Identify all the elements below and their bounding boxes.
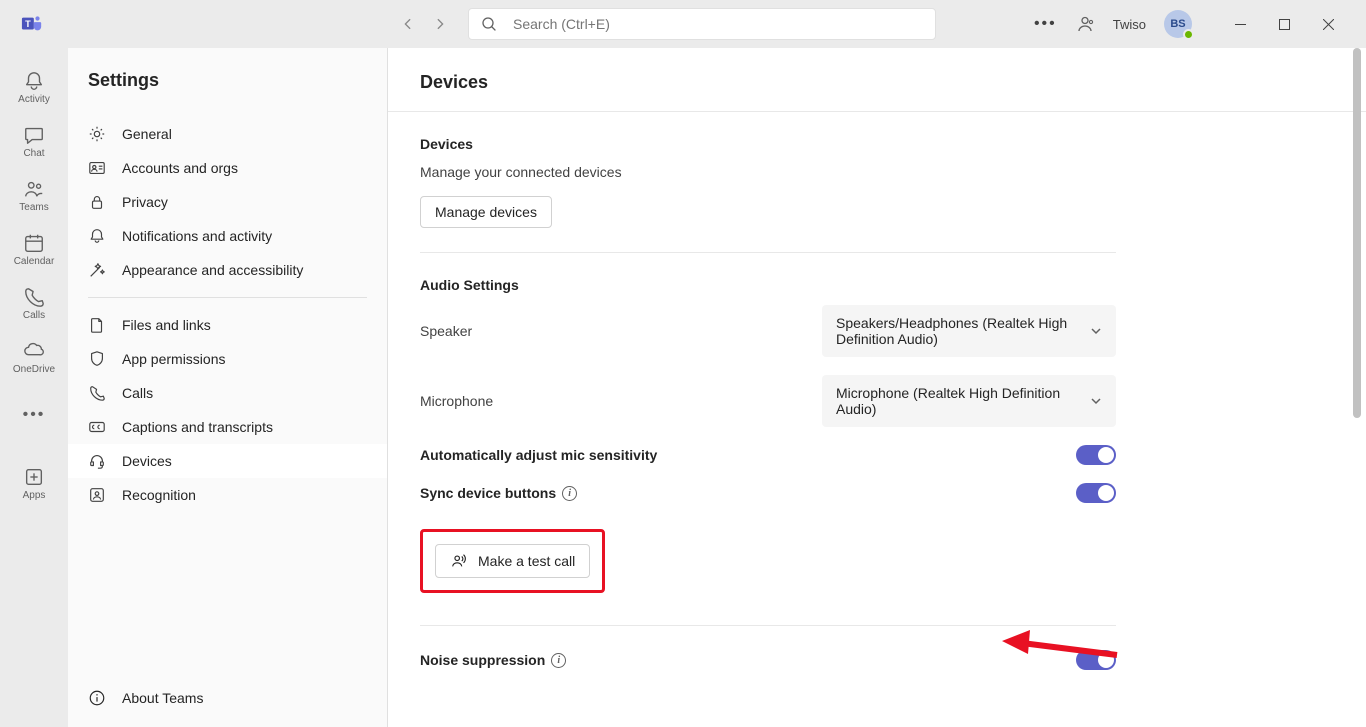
rail-chat[interactable]: Chat <box>0 114 68 168</box>
titlebar: T ••• Twiso BS <box>0 0 1366 48</box>
search-bar[interactable] <box>468 8 936 40</box>
people-icon[interactable] <box>1075 14 1095 34</box>
rail-onedrive[interactable]: OneDrive <box>0 330 68 384</box>
info-icon <box>88 689 106 707</box>
rail-more[interactable]: ••• <box>0 388 68 442</box>
page-title: Devices <box>420 72 1334 93</box>
content-area: Devices Devices Manage your connected de… <box>388 48 1366 727</box>
rail-activity[interactable]: Activity <box>0 60 68 114</box>
search-icon <box>481 16 497 32</box>
info-icon[interactable]: i <box>562 486 577 501</box>
bell-icon <box>88 227 106 245</box>
phone-icon <box>88 384 106 402</box>
microphone-select[interactable]: Microphone (Realtek High Definition Audi… <box>822 375 1116 427</box>
shield-icon <box>88 350 106 368</box>
settings-item-accounts[interactable]: Accounts and orgs <box>68 151 387 185</box>
manage-devices-button[interactable]: Manage devices <box>420 196 552 228</box>
settings-item-general[interactable]: General <box>68 117 387 151</box>
settings-item-captions[interactable]: Captions and transcripts <box>68 410 387 444</box>
rail-teams[interactable]: Teams <box>0 168 68 222</box>
settings-item-privacy[interactable]: Privacy <box>68 185 387 219</box>
recognition-icon <box>88 486 106 504</box>
audio-section-title: Audio Settings <box>420 277 1116 293</box>
lock-icon <box>88 193 106 211</box>
user-name: Twiso <box>1113 17 1146 32</box>
rail-calls[interactable]: Calls <box>0 276 68 330</box>
user-avatar[interactable]: BS <box>1164 10 1192 38</box>
chevron-down-icon <box>1090 395 1102 407</box>
captions-icon <box>88 418 106 436</box>
speaker-label: Speaker <box>420 323 472 339</box>
headset-icon <box>88 452 106 470</box>
microphone-label: Microphone <box>420 393 493 409</box>
nav-forward-button[interactable] <box>428 12 452 36</box>
id-card-icon <box>88 159 106 177</box>
file-icon <box>88 316 106 334</box>
gear-icon <box>88 125 106 143</box>
settings-item-appearance[interactable]: Appearance and accessibility <box>68 253 387 287</box>
settings-item-devices[interactable]: Devices <box>68 444 387 478</box>
settings-item-notifications[interactable]: Notifications and activity <box>68 219 387 253</box>
app-rail: Activity Chat Teams Calendar Calls OneDr… <box>0 48 68 727</box>
devices-section-title: Devices <box>420 136 1116 152</box>
auto-adjust-label: Automatically adjust mic sensitivity <box>420 447 657 463</box>
sync-buttons-label: Sync device buttons i <box>420 485 577 501</box>
noise-suppression-label: Noise suppression i <box>420 652 566 668</box>
test-call-icon <box>450 552 468 570</box>
highlight-annotation: Make a test call <box>420 529 605 593</box>
settings-item-files[interactable]: Files and links <box>68 308 387 342</box>
presence-badge <box>1183 29 1194 40</box>
noise-suppression-toggle[interactable] <box>1076 650 1116 670</box>
chevron-down-icon <box>1090 325 1102 337</box>
sync-buttons-toggle[interactable] <box>1076 483 1116 503</box>
settings-item-calls[interactable]: Calls <box>68 376 387 410</box>
about-teams-button[interactable]: About Teams <box>68 675 387 727</box>
wand-icon <box>88 261 106 279</box>
devices-section-desc: Manage your connected devices <box>420 164 1116 180</box>
test-call-button[interactable]: Make a test call <box>435 544 590 578</box>
teams-logo: T <box>8 13 56 35</box>
speaker-select[interactable]: Speakers/Headphones (Realtek High Defini… <box>822 305 1116 357</box>
rail-apps[interactable]: Apps <box>0 456 68 510</box>
svg-text:T: T <box>25 19 31 29</box>
settings-item-permissions[interactable]: App permissions <box>68 342 387 376</box>
close-button[interactable] <box>1306 8 1350 40</box>
auto-adjust-toggle[interactable] <box>1076 445 1116 465</box>
rail-calendar[interactable]: Calendar <box>0 222 68 276</box>
search-input[interactable] <box>513 16 923 32</box>
settings-item-recognition[interactable]: Recognition <box>68 478 387 512</box>
nav-back-button[interactable] <box>396 12 420 36</box>
maximize-button[interactable] <box>1262 8 1306 40</box>
scrollbar[interactable] <box>1353 48 1363 418</box>
settings-sidebar: Settings General Accounts and orgs Priva… <box>68 48 388 727</box>
more-options-button[interactable]: ••• <box>1034 15 1057 33</box>
minimize-button[interactable] <box>1218 8 1262 40</box>
settings-title: Settings <box>88 70 367 91</box>
info-icon[interactable]: i <box>551 653 566 668</box>
